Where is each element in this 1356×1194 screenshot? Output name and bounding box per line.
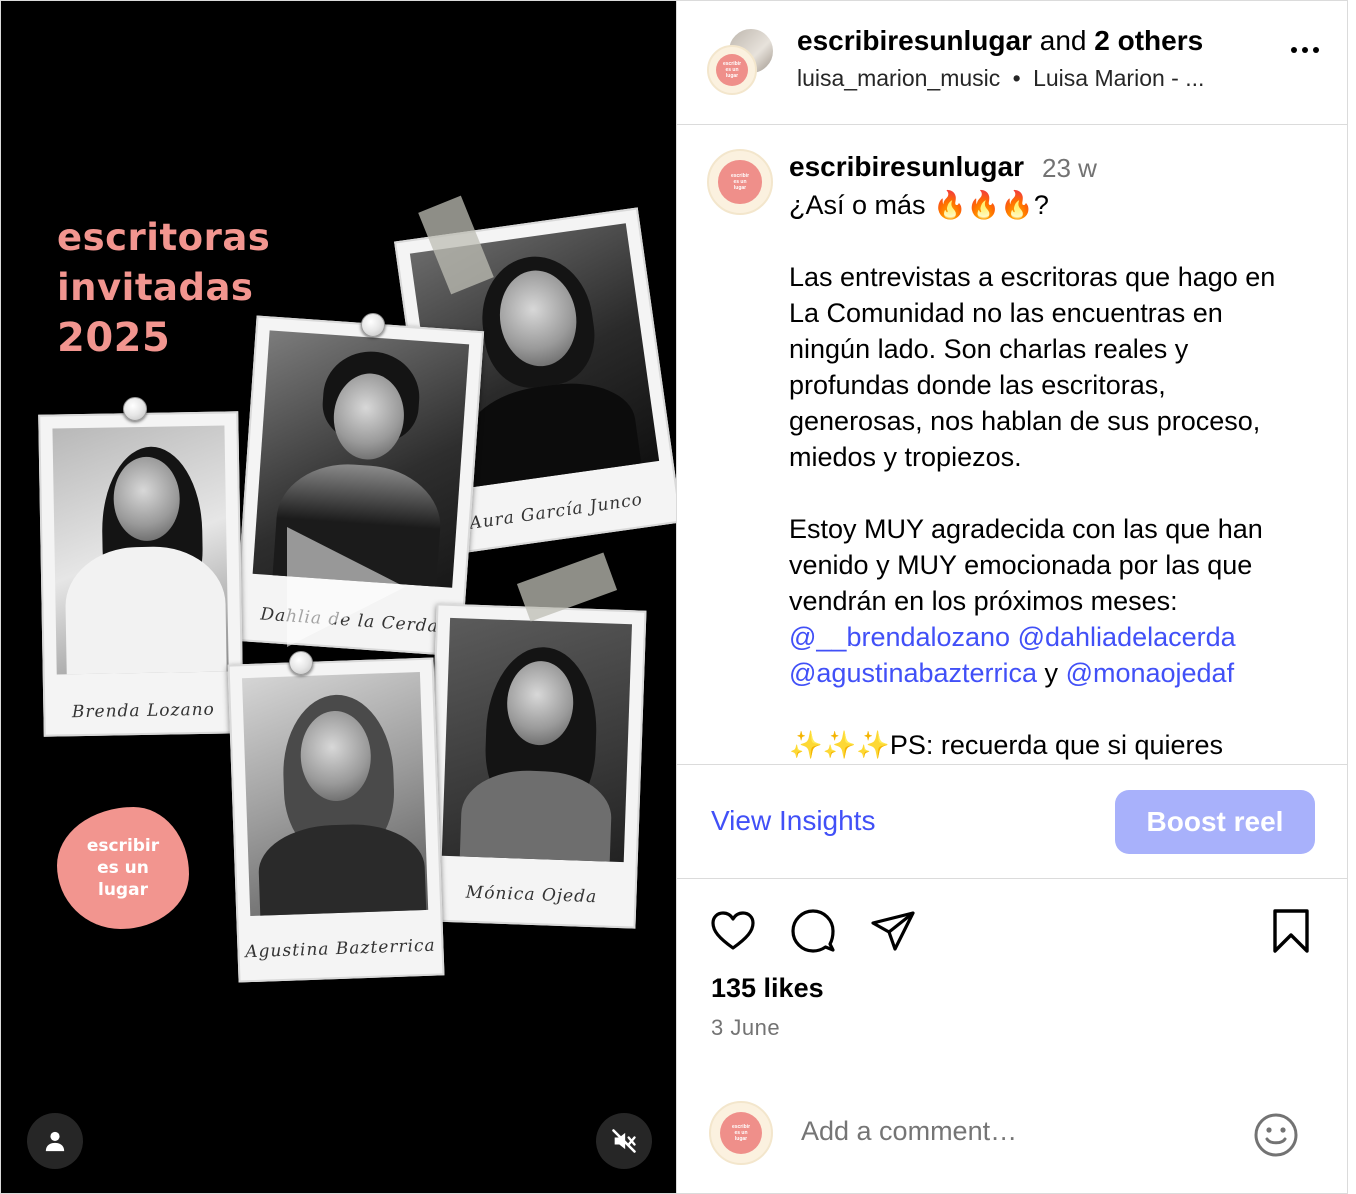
caption-line: Estoy MUY agradecida con las que han <box>789 514 1263 544</box>
caption-username[interactable]: escribiresunlugar <box>789 151 1024 183</box>
boost-reel-button[interactable]: Boost reel <box>1115 790 1315 854</box>
audio-title-link[interactable]: Luisa Marion - ... <box>1033 65 1204 91</box>
brand-logo-text: escribir es un lugar <box>86 836 160 900</box>
send-icon[interactable] <box>869 907 917 955</box>
portrait-photo <box>241 671 429 917</box>
poster-year: 2025 <box>57 315 171 361</box>
action-icons <box>677 901 1347 961</box>
view-insights-link[interactable]: View Insights <box>711 805 875 837</box>
post-header: escribir es un lugar escribiresunlugar a… <box>677 1 1347 125</box>
mention-link[interactable]: @agustinabazterrica <box>789 658 1037 688</box>
caption-line: ningún lado. Son charlas reales y <box>789 334 1189 364</box>
portrait-photo <box>52 425 229 675</box>
mention-link[interactable]: @dahliadelacerda <box>1018 622 1236 652</box>
heart-icon[interactable] <box>709 907 757 955</box>
header-authors: escribiresunlugar and 2 others <box>797 25 1203 57</box>
caption-line: vendrán en los próximos meses: <box>789 586 1178 616</box>
user-icon <box>45 1131 65 1152</box>
others-link[interactable]: 2 others <box>1094 25 1203 56</box>
poster-title-line1: escritoras <box>57 216 271 259</box>
tagged-users-button[interactable] <box>27 1113 83 1169</box>
polaroid-monica: Mónica Ojeda <box>425 603 647 929</box>
caption-line: La Comunidad no las encuentras en <box>789 298 1223 328</box>
polaroid-caption: Agustina Bazterrica <box>244 935 436 963</box>
brand-logo: escribir es un lugar <box>57 807 189 929</box>
polaroid-brenda: Brenda Lozano <box>38 411 244 737</box>
poster-title-line2: invitadas <box>57 266 254 309</box>
reel-media[interactable]: escritoras invitadas 2025 Aura García Ju… <box>0 0 676 1194</box>
mentions-line: @__brendalozano @dahliadelacerda <box>789 619 1329 655</box>
likes-count[interactable]: 135 likes <box>711 973 824 1004</box>
audio-user-link[interactable]: luisa_marion_music <box>797 65 1000 91</box>
caption-line: generosas, nos hablan de sus proceso, <box>789 406 1261 436</box>
avatar-logo-text: escribir es un lugar <box>730 172 750 191</box>
caption-line: venido y MUY emocionada por las que <box>789 550 1253 580</box>
insights-bar: View Insights Boost reel <box>677 765 1347 879</box>
mention-link[interactable]: @__brendalozano <box>789 622 1010 652</box>
play-icon[interactable] <box>287 527 405 647</box>
polaroid-caption: Mónica Ojeda <box>465 882 598 908</box>
caption-text: ¿Así o más 🔥🔥🔥? Las entrevistas a escrit… <box>789 187 1329 763</box>
separator: • <box>1012 65 1021 91</box>
current-user-avatar: escribir es un lugar <box>709 1101 773 1165</box>
muted-speaker-icon <box>612 1129 636 1153</box>
conjunction: y <box>1037 658 1066 688</box>
audio-info: luisa_marion_music • Luisa Marion - ... <box>797 65 1204 92</box>
caption-line: ¿Así o más 🔥🔥🔥? <box>789 190 1049 220</box>
polaroid-agustina: Agustina Bazterrica <box>227 657 445 983</box>
mention-link[interactable]: @monaojedaf <box>1066 658 1235 688</box>
poster-title: escritoras invitadas 2025 <box>57 213 270 363</box>
post-date: 3 June <box>711 1015 781 1040</box>
avatar-logo-text: escribir es un lugar <box>722 61 742 79</box>
post-details-panel: escribir es un lugar escribiresunlugar a… <box>676 0 1348 1194</box>
caption-author-avatar[interactable]: escribir es un lugar <box>707 149 773 215</box>
comment-row: escribir es un lugar <box>677 1091 1347 1181</box>
mute-button[interactable] <box>596 1113 652 1169</box>
and-text: and <box>1031 25 1095 56</box>
caption-section: escribir es un lugar escribiresunlugar 2… <box>677 125 1347 765</box>
caption-line: miedos y tropiezos. <box>789 442 1022 472</box>
caption-line: profundas donde las escritoras, <box>789 370 1166 400</box>
pin-decoration <box>289 651 313 675</box>
comment-input[interactable] <box>801 1116 1201 1147</box>
polaroid-caption: Brenda Lozano <box>71 699 215 723</box>
more-horizontal-icon[interactable] <box>1291 47 1319 53</box>
pin-decoration <box>361 313 385 337</box>
mentions-line: @agustinabazterrica y @monaojedaf <box>789 655 1329 691</box>
author-username-link[interactable]: escribiresunlugar <box>797 25 1032 56</box>
avatar-logo-text: escribir es un lugar <box>731 1124 751 1142</box>
comment-icon[interactable] <box>789 907 837 955</box>
pin-decoration <box>123 397 147 421</box>
post-age[interactable]: 23 w <box>1042 153 1097 184</box>
bookmark-icon[interactable] <box>1267 907 1315 955</box>
author-avatar[interactable]: escribir es un lugar <box>707 45 757 95</box>
portrait-photo <box>441 617 633 863</box>
caption-line: ✨✨✨PS: recuerda que si quieres <box>789 730 1224 760</box>
emoji-icon[interactable] <box>1252 1111 1300 1159</box>
caption-line: Las entrevistas a escritoras que hago en <box>789 262 1276 292</box>
